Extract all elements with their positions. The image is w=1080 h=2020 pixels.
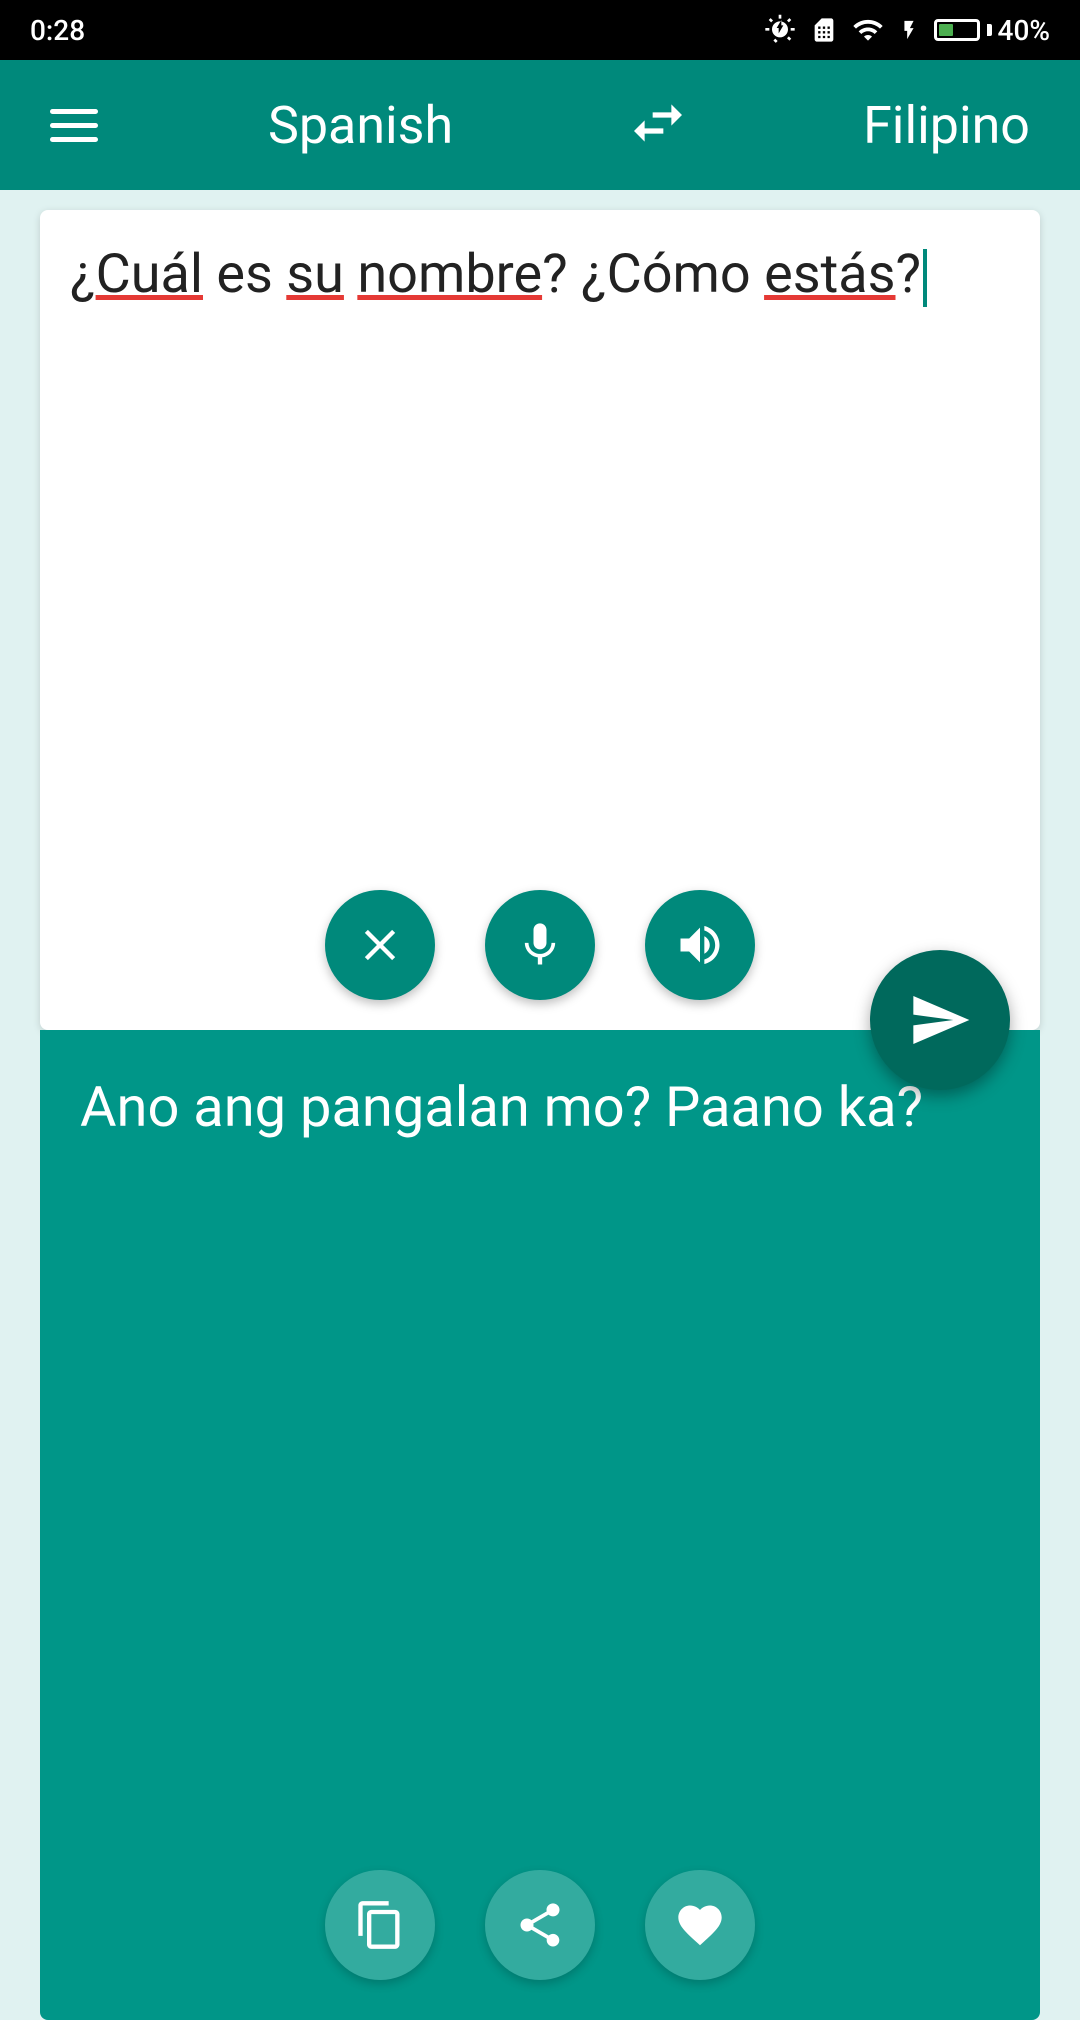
signal-icon — [852, 14, 884, 46]
swap-icon — [626, 91, 690, 159]
status-bar: 0:28 40% — [0, 0, 1080, 60]
sim-icon — [810, 14, 838, 46]
battery-indicator: 40% — [934, 14, 1050, 47]
output-actions — [325, 1870, 755, 1980]
source-language[interactable]: Spanish — [268, 95, 453, 156]
share-icon — [514, 1899, 566, 1951]
microphone-button[interactable] — [485, 890, 595, 1000]
clear-icon — [354, 919, 406, 971]
translate-button[interactable] — [870, 950, 1010, 1090]
word-estas: estás — [764, 243, 895, 306]
copy-icon — [354, 1899, 406, 1951]
target-language[interactable]: Filipino — [863, 95, 1030, 156]
microphone-icon — [514, 919, 566, 971]
swap-languages-button[interactable] — [623, 90, 693, 160]
speaker-icon — [674, 919, 726, 971]
input-actions — [325, 890, 755, 1000]
send-icon — [908, 988, 972, 1052]
speaker-button[interactable] — [645, 890, 755, 1000]
input-section: ¿Cuál es su nombre? ¿Cómo estás? — [40, 210, 1040, 1030]
alarm-icon — [764, 14, 796, 46]
clear-button[interactable] — [325, 890, 435, 1000]
text-cursor — [923, 249, 927, 307]
header: Spanish Filipino — [0, 60, 1080, 190]
output-text: Ano ang pangalan mo? Paano ka? — [80, 1070, 1000, 1146]
word-nombre: nombre — [357, 243, 542, 306]
output-section: Ano ang pangalan mo? Paano ka? — [40, 1030, 1040, 2020]
favorite-button[interactable] — [645, 1870, 755, 1980]
share-button[interactable] — [485, 1870, 595, 1980]
battery-percent: 40% — [998, 14, 1050, 47]
time: 0:28 — [30, 14, 85, 47]
word-cual: Cuál — [96, 243, 203, 306]
word-su: su — [286, 243, 344, 306]
favorite-icon — [674, 1899, 726, 1951]
copy-button[interactable] — [325, 1870, 435, 1980]
menu-button[interactable] — [50, 109, 98, 142]
charging-icon — [898, 14, 920, 46]
status-icons: 40% — [764, 14, 1050, 47]
input-text[interactable]: ¿Cuál es su nombre? ¿Cómo estás? — [70, 240, 1010, 310]
